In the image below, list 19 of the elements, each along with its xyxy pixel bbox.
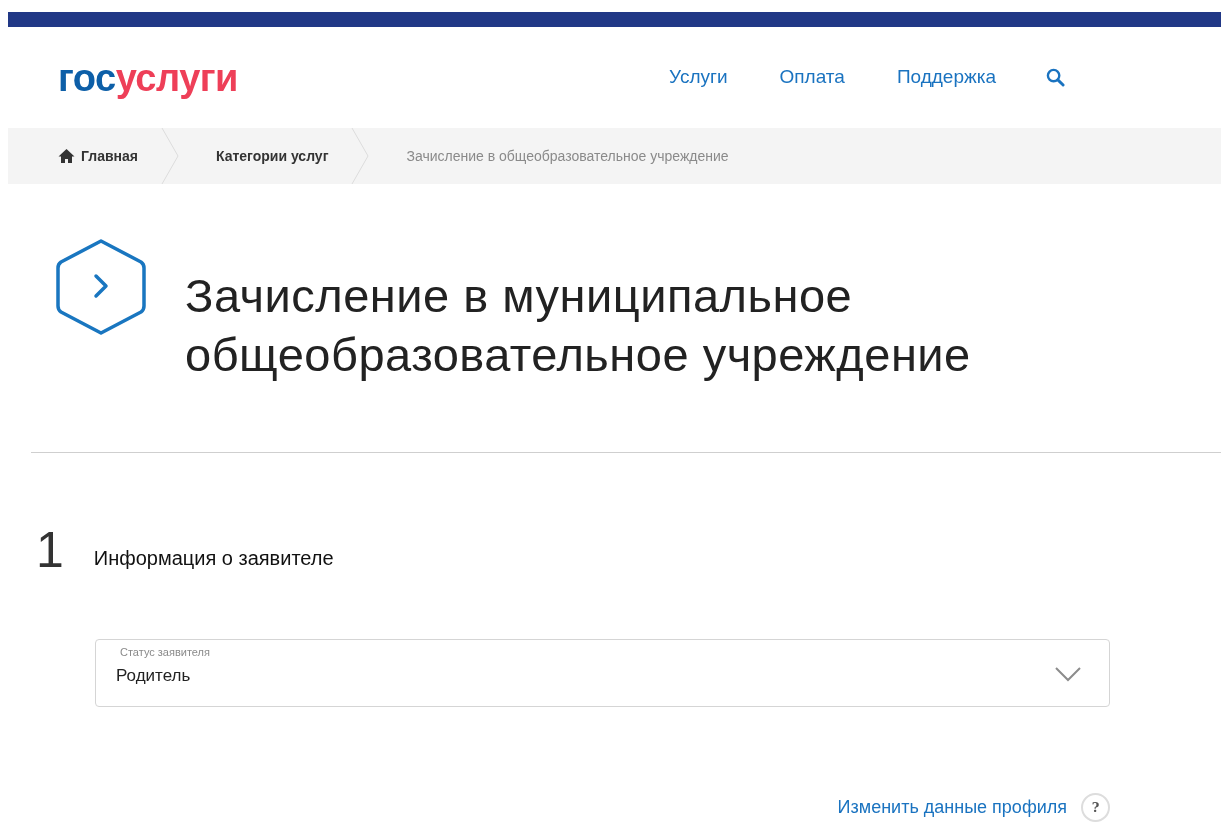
breadcrumb-link[interactable]: Главная [81, 145, 138, 167]
step-number: 1 [36, 525, 64, 575]
page-title: Зачисление в муниципальное общеобразовательное учреждение [185, 268, 971, 383]
breadcrumb-link[interactable]: Категории услуг [215, 145, 329, 167]
nav-link[interactable]: Поддержка [896, 63, 996, 92]
home-icon [58, 148, 75, 164]
breadcrumb-separator-icon [350, 128, 371, 184]
hexagon-chevron-icon [55, 238, 147, 336]
search-icon[interactable] [1046, 68, 1065, 87]
step-title: Информация о заявителе [93, 546, 334, 571]
help-button[interactable]: ? [1081, 793, 1110, 822]
breadcrumb-separator-icon [159, 128, 180, 184]
nav-link[interactable]: Услуги [669, 63, 728, 92]
logo[interactable]: госуслуги [58, 58, 238, 97]
chevron-down-icon [1055, 667, 1081, 682]
breadcrumb-current: Зачисление в общеобразовательное учреждение [406, 146, 729, 166]
nav-link[interactable]: Оплата [779, 63, 845, 92]
status-select[interactable]: Статус заявителя Родитель [95, 639, 1110, 707]
edit-profile-link[interactable]: Изменить данные профиля [837, 794, 1067, 821]
